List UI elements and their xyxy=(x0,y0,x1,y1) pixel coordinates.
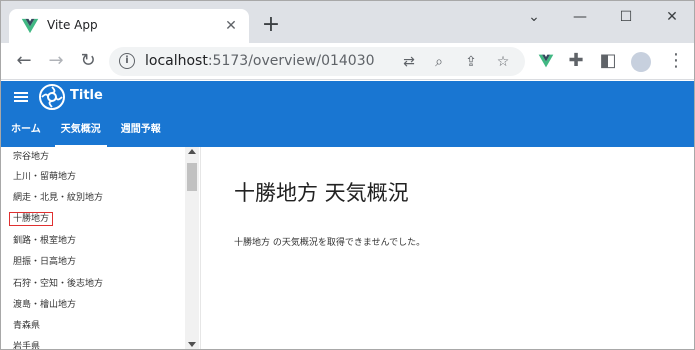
vite-favicon-icon xyxy=(21,18,39,34)
app-tabs: ホーム 天気概況 週間予報 xyxy=(1,117,171,147)
sidebar-item-label: 網走・北見・紋別地方 xyxy=(13,193,104,203)
address-bar[interactable]: i localhost:5173/overview/014030 ⇄ ⌕ ⇪ ☆ xyxy=(109,47,525,76)
sidebar-item-label: 青森県 xyxy=(13,321,41,331)
sidebar-scrollbar[interactable] xyxy=(185,147,199,349)
bookmark-star-icon[interactable]: ☆ xyxy=(493,52,513,72)
zoom-icon[interactable]: ⌕ xyxy=(429,52,449,72)
url-text[interactable]: localhost:5173/overview/014030 xyxy=(145,53,375,69)
sidebar-item-iburi-hidaka[interactable]: 胆振・日高地方 xyxy=(1,252,185,273)
sidebar-item-label: 釧路・根室地方 xyxy=(13,236,77,246)
app-title: Title xyxy=(70,88,103,103)
tab-search-icon[interactable]: ⌄ xyxy=(521,5,547,29)
app-bar: Title ホーム 天気概況 週間予報 xyxy=(1,81,694,147)
forward-arrow-icon[interactable]: → xyxy=(45,50,67,72)
sidebar-item-kushiro-nemuro[interactable]: 釧路・根室地方 xyxy=(1,231,185,252)
translate-icon[interactable]: ⇄ xyxy=(399,52,419,72)
tab-home[interactable]: ホーム xyxy=(1,117,51,147)
app-logo-icon xyxy=(39,84,65,110)
tab-weekly-forecast[interactable]: 週間予報 xyxy=(111,117,171,147)
scroll-thumb[interactable] xyxy=(187,163,197,191)
sidebar-item-kamikawa-rumoi[interactable]: 上川・留萌地方 xyxy=(1,167,185,188)
sidebar-item-label: 胆振・日高地方 xyxy=(13,257,77,267)
page-title: 十勝地方 天気概況 xyxy=(234,181,409,205)
tab-strip: Vite App ✕ + ⌄ — ☐ ✕ xyxy=(1,1,694,43)
sidebar-item-tokachi[interactable]: 十勝地方 xyxy=(1,209,185,230)
sidebar-item-label: 十勝地方 xyxy=(9,212,54,226)
profile-avatar-icon[interactable] xyxy=(631,52,651,72)
sidebar-item-aomori[interactable]: 青森県 xyxy=(1,316,185,337)
share-icon[interactable]: ⇪ xyxy=(461,52,481,72)
extensions-puzzle-icon[interactable]: ✚ xyxy=(565,50,587,72)
hamburger-menu-icon[interactable] xyxy=(13,89,29,105)
minimize-icon[interactable]: — xyxy=(567,5,593,29)
sidebar-item-label: 渡島・檜山地方 xyxy=(13,300,77,310)
sidebar-item-label: 岩手県 xyxy=(13,342,41,350)
tab-weather-overview[interactable]: 天気概況 xyxy=(51,117,111,147)
main-content: 十勝地方 天気概況 十勝地方 の天気概況を取得できませんでした。 xyxy=(202,147,694,349)
scroll-down-arrow-icon[interactable] xyxy=(188,342,196,347)
new-tab-icon[interactable]: + xyxy=(261,14,281,36)
back-arrow-icon[interactable]: ← xyxy=(13,50,35,72)
status-message: 十勝地方 の天気概況を取得できませんでした。 xyxy=(234,238,426,248)
close-window-icon[interactable]: ✕ xyxy=(659,5,685,29)
sidebar-item-label: 宗谷地方 xyxy=(13,152,50,162)
tab-close-icon[interactable]: ✕ xyxy=(221,16,241,36)
url-host: localhost xyxy=(145,53,208,69)
reload-icon[interactable]: ↻ xyxy=(77,50,99,72)
browser-toolbar: ← → ↻ i localhost:5173/overview/014030 ⇄… xyxy=(1,43,694,80)
maximize-icon[interactable]: ☐ xyxy=(613,5,639,29)
browser-window: Vite App ✕ + ⌄ — ☐ ✕ ← → ↻ i localhost:5… xyxy=(0,0,695,350)
sidebar-item-oshima-hiyama[interactable]: 渡島・檜山地方 xyxy=(1,295,185,316)
sidebar-item-iwate[interactable]: 岩手県 xyxy=(1,337,185,350)
browser-tab[interactable]: Vite App ✕ xyxy=(9,9,249,43)
menu-kebab-icon[interactable]: ⋮ xyxy=(665,50,687,72)
side-panel-icon[interactable]: ◧ xyxy=(597,50,619,72)
vue-devtools-icon[interactable] xyxy=(538,54,554,68)
tab-title: Vite App xyxy=(47,18,98,32)
scroll-up-arrow-icon[interactable] xyxy=(188,149,196,154)
region-sidebar: 宗谷地方 上川・留萌地方 網走・北見・紋別地方 十勝地方 釧路・根室地方 胆振・… xyxy=(1,147,201,350)
sidebar-item-label: 上川・留萌地方 xyxy=(13,172,77,182)
url-path: :5173/overview/014030 xyxy=(207,53,375,69)
sidebar-item-souya[interactable]: 宗谷地方 xyxy=(1,147,185,168)
sidebar-item-label: 石狩・空知・後志地方 xyxy=(13,279,104,289)
sidebar-item-abashiri-kitami-monbetsu[interactable]: 網走・北見・紋別地方 xyxy=(1,188,185,209)
sidebar-item-ishikari-sorachi-shiribeshi[interactable]: 石狩・空知・後志地方 xyxy=(1,274,185,295)
site-info-icon[interactable]: i xyxy=(119,53,135,69)
